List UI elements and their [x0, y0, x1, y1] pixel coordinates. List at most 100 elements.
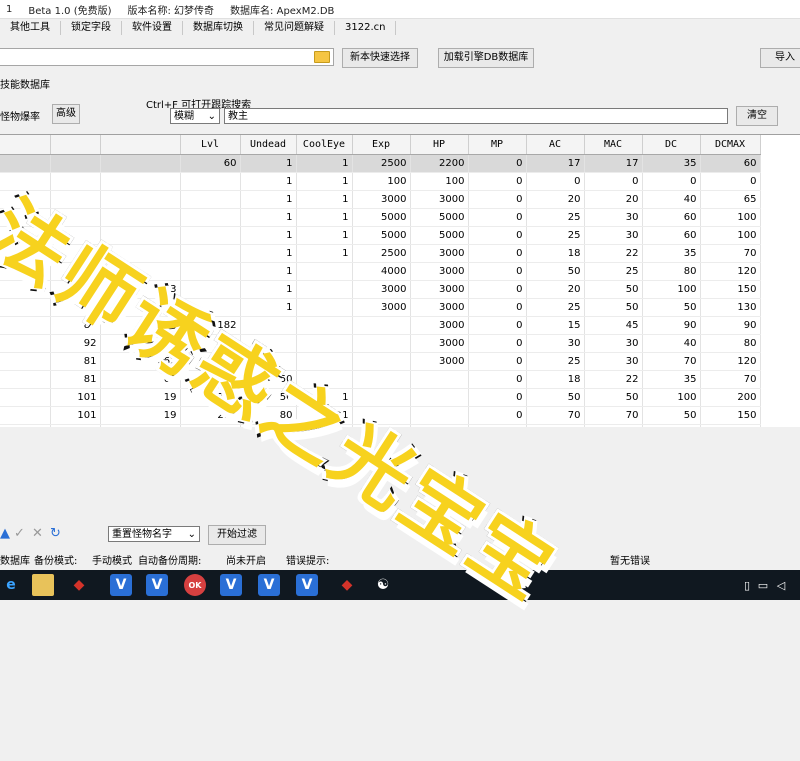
- table-cell: [0, 352, 51, 371]
- refresh-icon[interactable]: ↻: [50, 526, 61, 541]
- table-cell: 62: [100, 352, 181, 371]
- column-header[interactable]: [50, 135, 101, 155]
- app-v-icon[interactable]: V: [110, 574, 132, 596]
- menu-faq[interactable]: 常见问题解疑: [254, 21, 335, 35]
- table-row[interactable]: 92 21 1 3000 3000 0 25 50 50 130: [0, 298, 761, 317]
- title-seg-1: 1: [6, 3, 13, 15]
- table-cell: 0: [468, 208, 527, 227]
- table-row[interactable]: 81 63 1 3000 3000 0 20 50 100 150: [0, 280, 761, 299]
- table-cell: 1: [296, 190, 353, 209]
- column-header[interactable]: AC: [526, 135, 585, 155]
- triangle-up-icon[interactable]: ▲: [0, 526, 10, 541]
- column-header[interactable]: CoolEye: [296, 135, 353, 155]
- table-cell: [100, 226, 181, 245]
- table-row[interactable]: 1 1 3000 3000 0 20 20 40 65: [0, 190, 761, 209]
- taskbar: e ◆ V V OK V V V ◆ ☯ ▯ ▭ ◁: [0, 570, 800, 600]
- clear-button[interactable]: 清空: [736, 106, 778, 126]
- table-row[interactable]: 81 1 4000 3000 0 50 25 80 120: [0, 262, 761, 281]
- backup-mode-label: 备份模式:: [34, 556, 78, 567]
- load-db-button[interactable]: 加载引擎DB数据库: [438, 48, 534, 68]
- table-cell: 120: [700, 352, 761, 371]
- table-cell: [50, 172, 101, 191]
- browser-icon[interactable]: e: [0, 574, 22, 596]
- table-row[interactable]: 60 1 1 2500 2200 0 17 17 35 60: [0, 154, 761, 173]
- rename-select[interactable]: 重置怪物名字 ⌄: [108, 526, 200, 542]
- mode-select[interactable]: 模糊 ⌄: [170, 108, 220, 124]
- table-cell: [352, 406, 411, 425]
- menu-other-tools[interactable]: 其他工具: [0, 21, 61, 35]
- table-cell: 0: [468, 352, 527, 371]
- table-cell: 100: [410, 172, 469, 191]
- table-cell: 0: [526, 172, 585, 191]
- table-row[interactable]: 81621826010253060120: [0, 424, 761, 427]
- table-cell: 81: [50, 316, 101, 335]
- column-header[interactable]: DCMAX: [700, 135, 761, 155]
- column-header[interactable]: MP: [468, 135, 527, 155]
- column-header[interactable]: Undead: [240, 135, 297, 155]
- table-row[interactable]: 92 21 34 3000 0 30 30 40 80: [0, 334, 761, 353]
- start-filter-button[interactable]: 开始过滤: [208, 525, 266, 545]
- title-bar: 1 Beta 1.0 (免费版) 版本名称: 幻梦传奇 数据库名: ApexM2…: [0, 0, 800, 19]
- menu-site[interactable]: 3122.cn: [335, 21, 397, 35]
- table-cell: [0, 172, 51, 191]
- advanced-button[interactable]: 高级: [52, 104, 80, 124]
- table-cell: 70: [700, 370, 761, 389]
- table-cell: 45: [584, 316, 643, 335]
- table-row[interactable]: 1 1 5000 5000 0 25 30 60 100: [0, 208, 761, 227]
- folder-icon[interactable]: [314, 51, 330, 63]
- table-cell: 92: [50, 298, 101, 317]
- table-row[interactable]: 1 1 100 100 0 0 0 0 0: [0, 172, 761, 191]
- table-cell: [0, 406, 51, 425]
- search-input[interactable]: 教主: [224, 108, 728, 124]
- column-header[interactable]: [100, 135, 181, 155]
- table-cell: 50: [584, 280, 643, 299]
- chevron-down-icon: ⌄: [207, 111, 216, 122]
- check-icon[interactable]: ✓: [14, 526, 25, 541]
- app-logo-icon[interactable]: ◆: [68, 574, 90, 596]
- column-header[interactable]: Exp: [352, 135, 411, 155]
- yinyang-icon[interactable]: ☯: [372, 574, 394, 596]
- table-row[interactable]: 81 1 1 2500 3000 0 18 22 35 70: [0, 244, 761, 263]
- table-cell: 50: [642, 298, 701, 317]
- table-cell: 30: [526, 334, 585, 353]
- column-header[interactable]: MAC: [584, 135, 643, 155]
- table-row[interactable]: 1 1 5000 5000 0 25 30 60 100: [0, 226, 761, 245]
- table-cell: 1: [296, 208, 353, 227]
- column-header[interactable]: Lvl: [180, 135, 241, 155]
- column-header[interactable]: DC: [642, 135, 701, 155]
- app-v-icon[interactable]: V: [296, 574, 318, 596]
- table-cell: [410, 388, 469, 407]
- column-header[interactable]: [0, 135, 51, 155]
- menu-lock-field[interactable]: 锁定字段: [61, 21, 122, 35]
- table-cell: 60: [180, 154, 241, 173]
- backup-mode-value: 手动模式: [92, 556, 132, 567]
- menu-settings[interactable]: 软件设置: [122, 21, 183, 35]
- table-row[interactable]: 101 19 218 50 1 0 50 50 100 200: [0, 388, 761, 407]
- table-cell: 22: [584, 370, 643, 389]
- menu-db-switch[interactable]: 数据库切换: [183, 21, 254, 35]
- table-cell: 5000: [410, 208, 469, 227]
- app-v-icon[interactable]: V: [258, 574, 280, 596]
- record-icon[interactable]: OK: [184, 574, 206, 596]
- table-cell: 65: [700, 190, 761, 209]
- app-v-icon[interactable]: V: [146, 574, 168, 596]
- table-cell: 0: [642, 172, 701, 191]
- close-icon[interactable]: ✕: [32, 526, 43, 541]
- table-row[interactable]: 101 19 218 80 1 0 70 70 50 150: [0, 406, 761, 425]
- data-grid[interactable]: Lvl Undead CoolEye Exp HP MP AC MAC DC DCMAX 60 1 1…: [0, 134, 800, 427]
- import-button[interactable]: 导入: [760, 48, 800, 68]
- table-cell: [0, 244, 51, 263]
- app-v-icon[interactable]: V: [220, 574, 242, 596]
- table-cell: [100, 154, 181, 173]
- table-cell: 0: [468, 172, 527, 191]
- table-row[interactable]: 81 63 196 50 0 18 22 35 70: [0, 370, 761, 389]
- db-path-input[interactable]: [0, 48, 334, 66]
- column-header[interactable]: HP: [410, 135, 469, 155]
- folder-icon[interactable]: [32, 574, 54, 596]
- table-row[interactable]: 81 62 182 3000 0 15 45 90 90: [0, 316, 761, 335]
- table-row[interactable]: 81 62 182 3000 0 25 30 70 120: [0, 352, 761, 371]
- quick-select-button[interactable]: 新本快速选择: [342, 48, 418, 68]
- table-cell: 100: [352, 172, 411, 191]
- table-cell: [180, 190, 241, 209]
- app-logo-icon[interactable]: ◆: [336, 574, 358, 596]
